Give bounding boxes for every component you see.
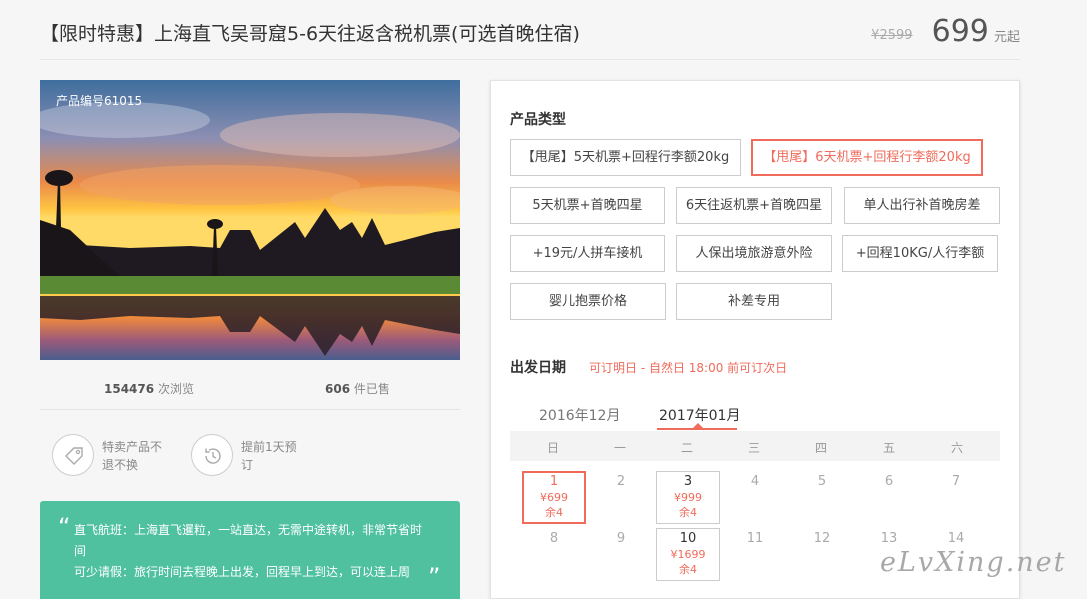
- departure-date-title: 出发日期: [510, 360, 566, 376]
- calendar-day-9: 9: [589, 528, 653, 581]
- booking-deadline-note: 可订明日 - 自然日 18:00 前可订次日: [589, 361, 788, 375]
- clock-icon: [191, 434, 233, 476]
- product-type-title: 产品类型: [510, 112, 566, 128]
- calendar-day-2: 2: [589, 471, 653, 524]
- open-quote-icon: “: [58, 513, 71, 541]
- day-number: 8: [549, 531, 559, 546]
- close-quote-icon: ”: [428, 563, 441, 591]
- calendar-day-10[interactable]: 10 ¥1699 余4: [656, 528, 720, 581]
- day-number: 14: [947, 531, 965, 546]
- product-title: 【限时特惠】上海直飞吴哥窟5-6天往返含税机票(可选首晚住宿): [40, 23, 580, 45]
- option-airport-pickup[interactable]: +19元/人拼车接机: [510, 235, 665, 272]
- month-tab-dec-2016[interactable]: 2016年12月: [539, 405, 620, 425]
- current-price: 699: [931, 14, 989, 49]
- highlights-text: 直飞航班：上海直飞暹粒，一站直达，无需中途转机，非常节省时间 可少请假：旅行时间…: [74, 520, 430, 583]
- calendar-day-5: 5: [790, 471, 854, 524]
- option-6day-tail[interactable]: 【甩尾】6天机票+回程行李额20kg: [751, 139, 983, 176]
- day-number: 2: [616, 474, 626, 489]
- weekday-sat: 六: [950, 441, 963, 455]
- product-stats: 154476 次浏览 606 件已售: [40, 362, 460, 410]
- option-single-supplement[interactable]: 单人出行补首晚房差: [844, 187, 1000, 224]
- sold-label: 件已售: [353, 382, 390, 396]
- original-price: ¥2599: [871, 28, 913, 43]
- views-stat: 154476 次浏览: [104, 380, 194, 397]
- day-remaining: 余4: [679, 506, 697, 519]
- weekday-wed: 三: [747, 441, 760, 455]
- day-number: 1: [549, 474, 559, 489]
- price-block: ¥2599 699 元起: [871, 14, 1020, 49]
- highlight-line-leave: 可少请假：旅行时间去程晚上出发，回程早上到达，可以连上周: [74, 565, 411, 579]
- day-price: ¥699: [540, 491, 568, 504]
- day-number: 11: [746, 531, 764, 546]
- option-price-difference[interactable]: 补差专用: [676, 283, 832, 320]
- day-number: 12: [813, 531, 831, 546]
- booking-panel: 产品类型 【甩尾】5天机票+回程行李额20kg 【甩尾】6天机票+回程行李额20…: [490, 80, 1020, 599]
- weekday-sun: 日: [546, 441, 559, 455]
- angkor-wat-sunset-image: [40, 80, 460, 360]
- weekday-mon: 一: [613, 441, 626, 455]
- weekday-tue: 二: [680, 441, 693, 455]
- highlight-line-direct: 直飞航班：上海直飞暹粒，一站直达，无需中途转机，非常节省时间: [74, 523, 423, 558]
- weekday-header: 日 一 二 三 四 五 六: [510, 431, 1000, 461]
- day-price: ¥999: [674, 491, 702, 504]
- day-number: 4: [750, 474, 760, 489]
- day-remaining: 余4: [545, 506, 563, 519]
- day-number: 9: [616, 531, 626, 546]
- option-6day-hotel[interactable]: 6天往返机票+首晚四星: [676, 187, 832, 224]
- option-5day-tail[interactable]: 【甩尾】5天机票+回程行李额20kg: [510, 139, 741, 176]
- day-number: 7: [951, 474, 961, 489]
- day-number: 5: [817, 474, 827, 489]
- calendar-day-4: 4: [723, 471, 787, 524]
- month-tab-jan-2017[interactable]: 2017年01月: [659, 405, 740, 425]
- calendar-day-11: 11: [723, 528, 787, 581]
- advance-booking-text: 提前1天预订: [241, 440, 297, 472]
- views-label: 次浏览: [157, 382, 194, 396]
- option-travel-insurance[interactable]: 人保出境旅游意外险: [676, 235, 832, 272]
- day-remaining: 余4: [679, 563, 697, 576]
- product-photo: 产品编号61015: [40, 80, 460, 360]
- day-number: 6: [884, 474, 894, 489]
- calendar-day-1[interactable]: 1 ¥699 余4: [522, 471, 586, 524]
- calendar-day-3[interactable]: 3 ¥999 余4: [656, 471, 720, 524]
- calendar-day-7: 7: [924, 471, 988, 524]
- option-extra-luggage[interactable]: +回程10KG/人行李额: [842, 235, 998, 272]
- calendar-day-6: 6: [857, 471, 921, 524]
- price-unit: 元起: [993, 30, 1020, 45]
- option-5day-hotel[interactable]: 5天机票+首晚四星: [510, 187, 665, 224]
- calendar-day-12: 12: [790, 528, 854, 581]
- calendar-day-8: 8: [522, 528, 586, 581]
- day-number: 10: [679, 531, 697, 546]
- day-number: 13: [880, 531, 898, 546]
- weekday-thu: 四: [814, 441, 827, 455]
- sold-stat: 606 件已售: [325, 380, 390, 397]
- product-code: 产品编号61015: [56, 94, 143, 108]
- active-month-indicator: [657, 428, 737, 430]
- site-watermark: eLvXing.net: [880, 547, 1067, 578]
- product-header: 【限时特惠】上海直飞吴哥窟5-6天往返含税机票(可选首晚住宿) ¥2599 69…: [40, 0, 1020, 60]
- day-price: ¥1699: [670, 548, 706, 561]
- highlights-box: “ 直飞航班：上海直飞暹粒，一站直达，无需中途转机，非常节省时间 可少请假：旅行…: [40, 501, 460, 599]
- tag-icon: [52, 434, 94, 476]
- views-count: 154476: [104, 382, 155, 396]
- weekday-fri: 五: [882, 441, 895, 455]
- option-infant-ticket[interactable]: 婴儿抱票价格: [510, 283, 666, 320]
- sold-count: 606: [325, 382, 351, 396]
- day-number: 3: [683, 474, 693, 489]
- no-refund-text: 特卖产品不退不换: [102, 440, 163, 472]
- active-month-caret: [693, 423, 703, 428]
